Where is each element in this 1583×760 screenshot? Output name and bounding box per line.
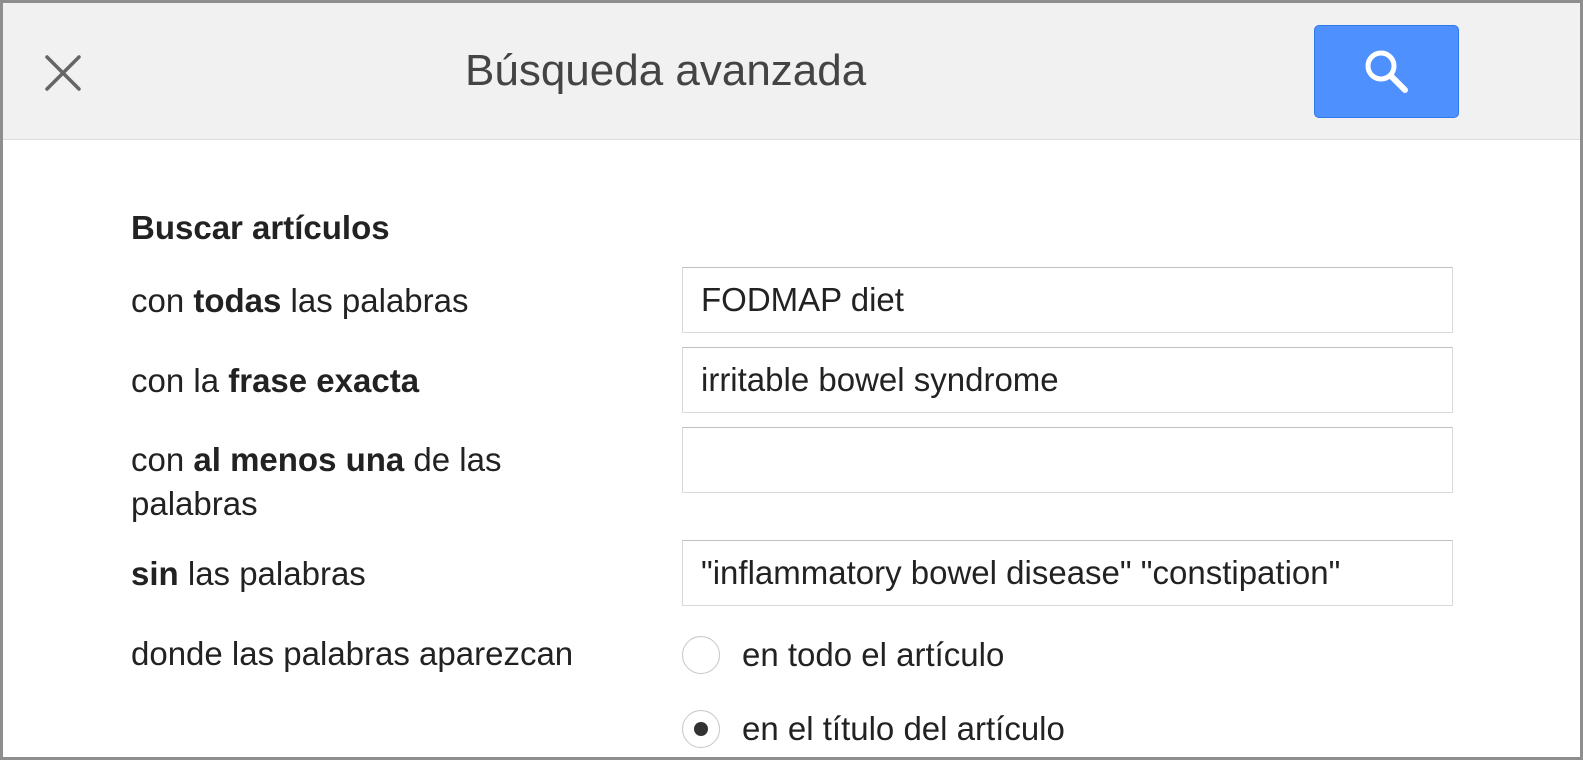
section-heading: Buscar artículos (131, 209, 390, 246)
search-icon (1365, 50, 1408, 93)
dialog-header: Búsqueda avanzada (3, 3, 1580, 140)
radio-option-title[interactable]: en el título del artículo (682, 707, 1065, 751)
radio-label: en el título del artículo (742, 710, 1065, 747)
radio-button-checked[interactable] (682, 710, 720, 748)
exact-phrase-input[interactable] (682, 347, 1453, 413)
all-words-label: con todas las palabras (131, 282, 469, 319)
close-icon (45, 55, 81, 91)
at-least-one-input[interactable] (682, 427, 1453, 493)
exact-phrase-label: con la frase exacta (131, 362, 420, 399)
without-words-label: sin las palabras (131, 555, 366, 592)
search-button[interactable] (1314, 25, 1459, 118)
without-words-input[interactable] (682, 540, 1453, 606)
radio-label: en todo el artículo (742, 636, 1005, 673)
at-least-one-label: con al menos una de las palabras (131, 441, 502, 522)
where-label: donde las palabras aparezcan (131, 635, 574, 672)
close-button[interactable] (41, 51, 85, 95)
all-words-input[interactable] (682, 267, 1453, 333)
dialog-title: Búsqueda avanzada (465, 46, 867, 95)
radio-button[interactable] (682, 636, 720, 674)
radio-option-whole-article[interactable]: en todo el artículo (682, 633, 1004, 677)
advanced-search-dialog: Búsqueda avanzada Buscar artículos con t… (0, 0, 1583, 760)
